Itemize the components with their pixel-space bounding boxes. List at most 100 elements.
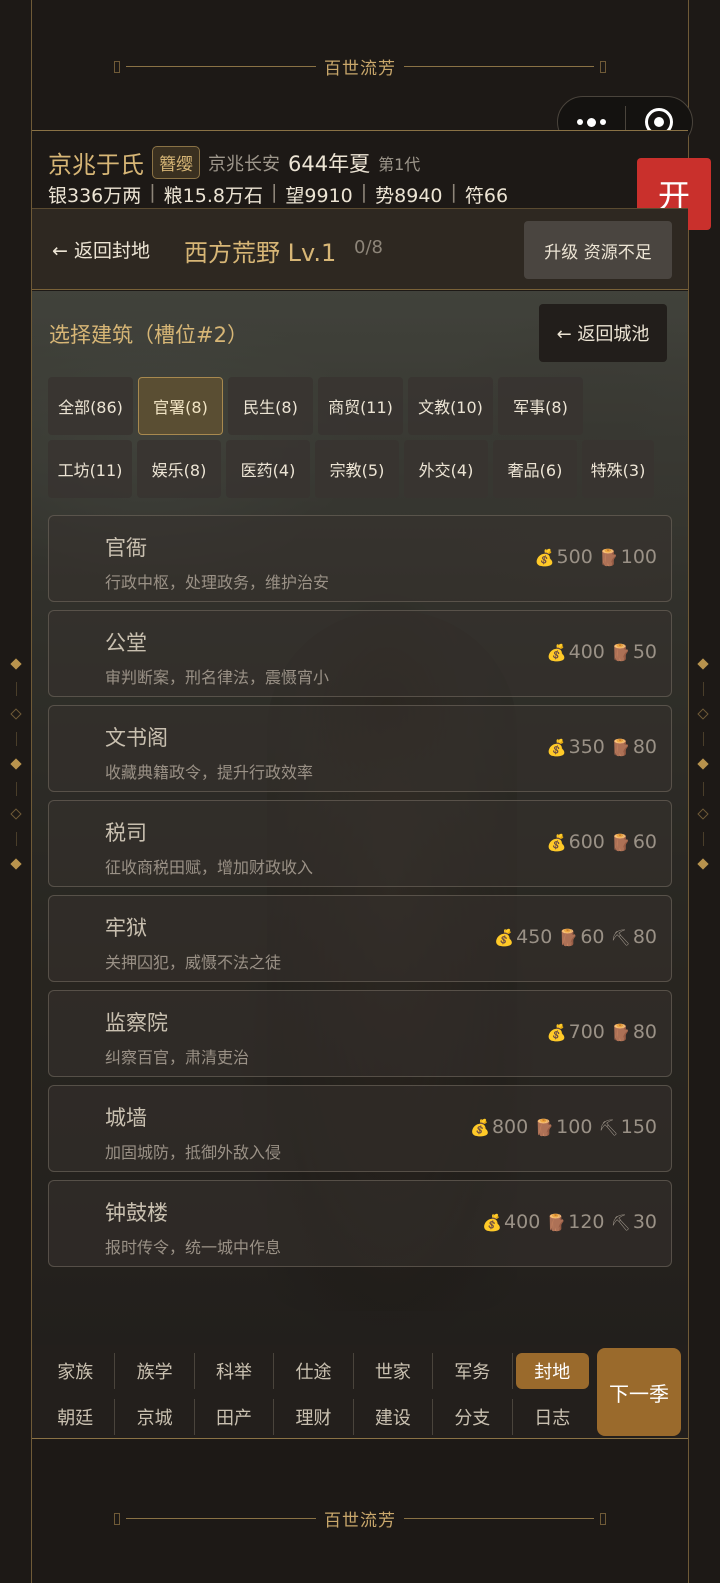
fief-slots: 0/8 (354, 237, 383, 258)
next-season-button[interactable]: 下一季 (597, 1348, 681, 1436)
grain-stat: 粮15.8万石 (163, 185, 263, 207)
log-icon: 🪵 (610, 832, 631, 852)
nav-row1: 家族 族学 科举 仕途 世家 军务 封地 (36, 1353, 592, 1389)
cost-silver: 💰 400 (546, 641, 605, 663)
tab-trade[interactable]: 商贸(11) (318, 377, 403, 435)
fief-bar: ← 返回封地 西方荒野 Lv.1 0/8 升级 资源不足 (32, 208, 688, 290)
category-tabs-row2: 工坊(11) 娱乐(8) 医药(4) 宗教(5) 外交(4) 奢品(6) 特殊(… (48, 440, 680, 498)
building-name: 文书阁 (105, 726, 168, 750)
nav-clans[interactable]: 世家 (354, 1353, 434, 1389)
section-title: 选择建筑（槽位#2） (49, 323, 248, 347)
tab-medicine[interactable]: 医药(4) (226, 440, 310, 498)
building-desc: 纠察百官，肃清吏治 (105, 1048, 250, 1067)
generation: 第1代 (378, 154, 421, 174)
building-costs: 💰 400 🪵 120 ⛏ 30 (482, 1211, 657, 1233)
tab-office[interactable]: 官署(8) (138, 377, 223, 435)
cost-wood: 🪵 80 (610, 1021, 657, 1043)
cost-silver: 💰 400 (482, 1211, 541, 1233)
nav-finance[interactable]: 理财 (274, 1399, 354, 1435)
back-to-fief-button[interactable]: ← 返回封地 (52, 236, 150, 263)
cost-wood: 🪵 120 (546, 1211, 605, 1233)
tab-special[interactable]: 特殊(3) (582, 440, 654, 498)
building-name: 城墙 (105, 1106, 147, 1130)
money-bag-icon: 💰 (546, 1022, 567, 1042)
cost-silver: 💰 500 (534, 546, 593, 568)
building-item[interactable]: 钟鼓楼报时传令，统一城中作息 💰 400 🪵 120 ⛏ 30 (48, 1180, 672, 1267)
log-icon: 🪵 (546, 1212, 567, 1232)
cost-wood: 🪵 60 (558, 926, 605, 948)
nav-court[interactable]: 朝廷 (36, 1399, 116, 1435)
building-costs: 💰 700 🪵 80 (547, 1021, 657, 1043)
prestige-stat: 望9910 (285, 185, 353, 207)
building-costs: 💰 400 🪵 50 (547, 641, 657, 663)
money-bag-icon: 💰 (546, 832, 567, 852)
nav-construction[interactable]: 建设 (354, 1399, 434, 1435)
category-tabs-row1: 全部(86) 官署(8) 民生(8) 商贸(11) 文教(10) 军事(8) (48, 377, 680, 435)
building-desc: 收藏典籍政令，提升行政效率 (105, 763, 314, 782)
tab-military[interactable]: 军事(8) (498, 377, 583, 435)
money-bag-icon: 💰 (546, 642, 567, 662)
upgrade-button[interactable]: 升级 资源不足 (524, 221, 672, 279)
money-bag-icon: 💰 (494, 927, 515, 947)
building-desc: 加固城防，抵御外敌入侵 (105, 1143, 282, 1162)
log-icon: 🪵 (558, 927, 579, 947)
building-item[interactable]: 文书阁 收藏典籍政令，提升行政效率 💰 350 🪵 80 (48, 705, 672, 792)
nav-career[interactable]: 仕途 (274, 1353, 354, 1389)
nav-military[interactable]: 军务 (433, 1353, 513, 1389)
silver-stat: 银336万两 (48, 185, 142, 207)
nav-estate[interactable]: 田产 (195, 1399, 275, 1435)
building-name: 官衙 (105, 536, 147, 560)
building-desc: 征收商税田赋，增加财政收入 (105, 858, 314, 877)
building-name: 税司 (105, 821, 147, 845)
log-icon: 🪵 (610, 642, 631, 662)
tab-livelihood[interactable]: 民生(8) (228, 377, 313, 435)
money-bag-icon: 💰 (534, 547, 555, 567)
tab-luxury[interactable]: 奢品(6) (493, 440, 577, 498)
tab-workshop[interactable]: 工坊(11) (48, 440, 132, 498)
banner-title: 百世流芳 (324, 58, 396, 79)
cost-wood: 🪵 50 (610, 641, 657, 663)
building-item[interactable]: 税司征收商税田赋，增加财政收入 💰 600 🪵 60 (48, 800, 672, 887)
building-item[interactable]: 牢狱 关押囚犯，威慑不法之徒 💰 450 🪵 60 ⛏ 80 (48, 895, 672, 982)
tab-religion[interactable]: 宗教(5) (315, 440, 399, 498)
resource-line: 银336万两 | 粮15.8万石 | 望9910 | 势8940 | 符66 (48, 181, 509, 207)
nav-capital[interactable]: 京城 (115, 1399, 195, 1435)
cost-wood: 🪵 100 (534, 1116, 593, 1138)
pickaxe-icon: ⛏ (610, 1212, 631, 1232)
building-costs: 💰 500 🪵 100 (535, 546, 657, 568)
building-desc: 报时传令，统一城中作息 (105, 1238, 282, 1257)
nav-school[interactable]: 族学 (115, 1353, 195, 1389)
building-desc: 关押囚犯，威慑不法之徒 (105, 953, 282, 972)
building-name: 钟鼓楼 (105, 1201, 168, 1225)
money-bag-icon: 💰 (470, 1117, 490, 1137)
nav-exam[interactable]: 科举 (195, 1353, 275, 1389)
building-desc: 审判断案，刑名律法，震慑宵小 (105, 668, 330, 687)
pickaxe-icon: ⛏ (610, 927, 631, 947)
tab-diplomacy[interactable]: 外交(4) (404, 440, 488, 498)
building-costs: 💰 600 🪵 60 (547, 831, 657, 853)
cost-silver: 💰 450 (494, 926, 553, 948)
more-icon[interactable] (558, 117, 625, 127)
building-item[interactable]: 城墙 加固城防，抵御外敌入侵 💰 800 🪵 100 ⛏ 150 (48, 1085, 672, 1172)
tab-entertainment[interactable]: 娱乐(8) (137, 440, 221, 498)
side-ornament-left (10, 646, 22, 882)
cost-iron: ⛏ 150 (598, 1116, 657, 1138)
building-item[interactable]: 公堂 审判断案，刑名律法，震慑宵小 💰 400 🪵 50 (48, 610, 672, 697)
cost-silver: 💰 700 (546, 1021, 605, 1043)
nav-fief[interactable]: 封地 (515, 1353, 589, 1389)
tab-all[interactable]: 全部(86) (48, 377, 133, 435)
nav-branch[interactable]: 分支 (433, 1399, 513, 1435)
token-stat: 符66 (464, 185, 509, 207)
cost-iron: ⛏ 80 (610, 926, 658, 948)
building-item[interactable]: 官衙行政中枢，处理政务，维护治安 💰 500 🪵 100 (48, 515, 672, 602)
log-icon: 🪵 (534, 1117, 555, 1137)
building-desc: 行政中枢，处理政务，维护治安 (105, 573, 330, 592)
building-item[interactable]: 监察院 纠察百官，肃清吏治 💰 700 🪵 80 (48, 990, 672, 1077)
nav-log[interactable]: 日志 (513, 1399, 592, 1435)
banner-title-bottom: 百世流芳 (324, 1510, 396, 1531)
tab-culture[interactable]: 文教(10) (408, 377, 493, 435)
building-costs: 💰 450 🪵 60 ⛏ 80 (494, 926, 657, 948)
nav-family[interactable]: 家族 (36, 1353, 116, 1389)
return-city-button[interactable]: ← 返回城池 (539, 304, 667, 362)
cost-wood: 🪵 100 (598, 546, 657, 568)
